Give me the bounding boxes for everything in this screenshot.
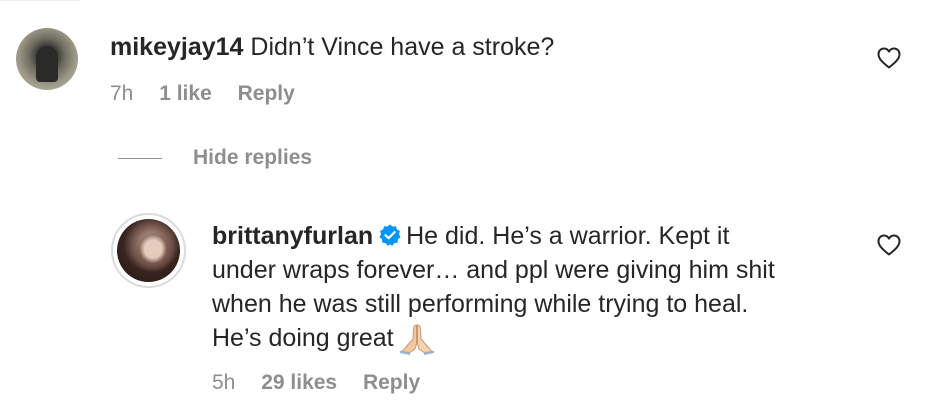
comment-2-line-4: He’s doing great (212, 321, 436, 356)
avatar-mikeyjay14[interactable] (16, 28, 78, 90)
comment-1-time[interactable]: 7h (110, 82, 133, 105)
comment-2-text-line-4: He’s doing great (212, 324, 394, 352)
comment-1-likes[interactable]: 1 like (159, 82, 212, 105)
heart-icon[interactable] (877, 47, 901, 69)
avatar-portrait (123, 223, 175, 281)
comment-2-time[interactable]: 5h (212, 371, 235, 394)
comment-2-meta: 5h 29 likes Reply (212, 371, 440, 395)
comment-2-line-1: brittanyfurlan He did. He’s a warrior. K… (212, 219, 729, 253)
comment-2-line-3: when he was still performing while tryin… (212, 290, 749, 318)
hide-replies-dash (118, 157, 162, 159)
top-divider (0, 0, 80, 15)
comment-2-line-2: under wraps forever… and ppl were giving… (212, 256, 775, 284)
avatar-figure (36, 46, 58, 82)
comment-1-username[interactable]: mikeyjay14 (110, 33, 243, 61)
comment-1-reply-button[interactable]: Reply (238, 82, 295, 105)
comment-1-text-line: mikeyjay14 Didn’t Vince have a stroke? (110, 30, 554, 64)
comment-2-likes[interactable]: 29 likes (261, 371, 337, 394)
hide-replies-label: Hide replies (193, 146, 313, 169)
hide-replies-button[interactable]: Hide replies (118, 146, 312, 170)
comment-1-text: Didn’t Vince have a stroke? (250, 33, 555, 61)
folded-hands-emoji (398, 324, 435, 355)
comment-2-reply-button[interactable]: Reply (363, 371, 420, 394)
heart-icon[interactable] (877, 234, 901, 256)
comment-1-meta: 7h 1 like Reply (110, 82, 315, 106)
comment-2-text-line-1: He did. He’s a warrior. Kept it (406, 222, 730, 250)
verified-badge-icon (379, 224, 401, 246)
comment-2-username[interactable]: brittanyfurlan (212, 222, 373, 250)
avatar-brittanyfurlan[interactable] (117, 219, 180, 282)
